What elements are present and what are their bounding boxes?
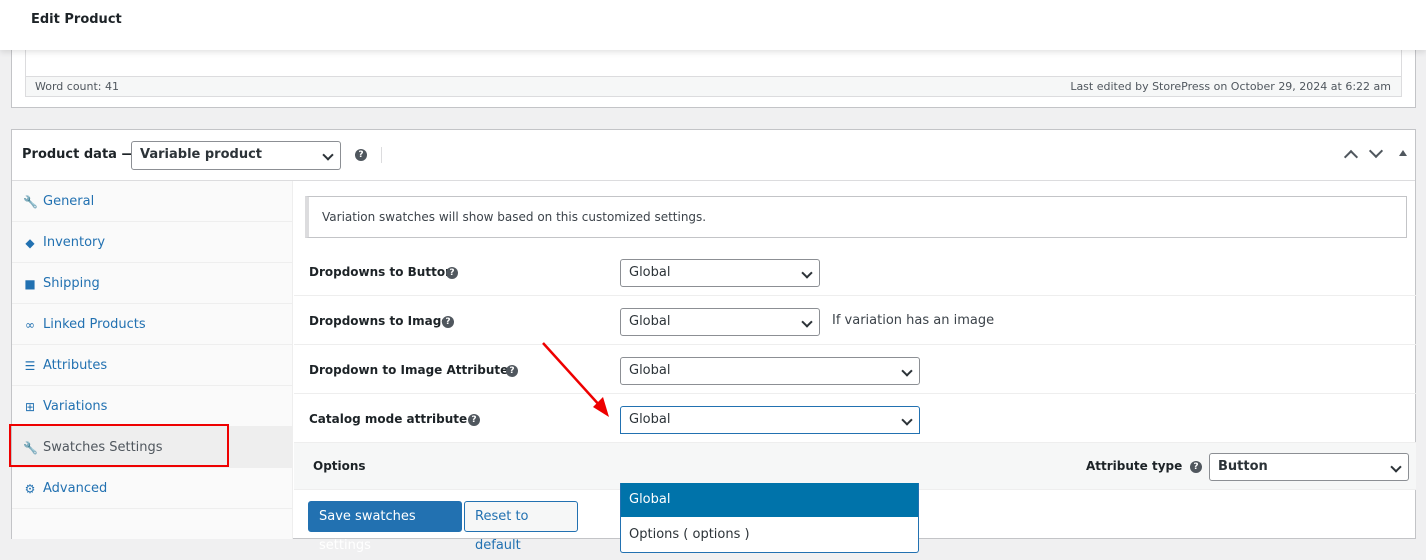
- tab-label: Inventory: [43, 235, 106, 250]
- product-data-header: Product data — Variable product ?: [12, 130, 1415, 181]
- select-value: Global: [629, 314, 671, 329]
- setting-row-catalog-mode-attribute: Catalog mode attribute ? Global: [294, 394, 1416, 443]
- help-icon[interactable]: ?: [506, 365, 518, 377]
- editor-status-bar: Word count: 41 Last edited by StorePress…: [25, 77, 1402, 97]
- word-count: Word count: 41: [35, 80, 120, 93]
- setting-row-dropdowns-to-image: Dropdowns to Image ? Global If variation…: [294, 296, 1416, 345]
- gear-icon: ⚙: [24, 482, 36, 496]
- grid-icon: ⊞: [24, 400, 36, 414]
- catalog-mode-attribute-select[interactable]: Global: [620, 406, 920, 434]
- chevron-down-icon: [1390, 461, 1402, 473]
- options-label: Options: [313, 459, 366, 473]
- editor-area[interactable]: [25, 49, 1402, 77]
- tab-label: Linked Products: [43, 317, 146, 332]
- tab-label: Shipping: [43, 276, 100, 291]
- tab-advanced[interactable]: ⚙ Advanced: [12, 468, 293, 509]
- setting-row-dropdowns-to-button: Dropdowns to Button ? Global: [294, 247, 1416, 296]
- collapse-toggle-icon[interactable]: [1399, 150, 1407, 156]
- chevron-down-icon: [801, 267, 813, 279]
- header-divider: [381, 147, 382, 163]
- select-value: Button: [1218, 459, 1268, 474]
- catalog-mode-dropdown-list: Global Options ( options ): [620, 483, 919, 553]
- truck-icon: ■: [24, 277, 36, 291]
- tab-label: General: [43, 194, 95, 209]
- setting-label: Catalog mode attribute: [309, 412, 468, 426]
- list-icon: ☰: [24, 359, 36, 373]
- attribute-type-label: Attribute type: [1086, 459, 1183, 473]
- page-title: Edit Product: [31, 12, 122, 27]
- tab-shipping[interactable]: ■ Shipping: [12, 263, 293, 304]
- tab-label: Variations: [43, 399, 108, 414]
- wrench-icon: 🔧: [23, 195, 38, 209]
- setting-label: Dropdowns to Button: [309, 265, 454, 279]
- tab-attributes[interactable]: ☰ Attributes: [12, 345, 293, 386]
- annotation-highlight-box: [9, 424, 229, 467]
- dropdowns-to-button-select[interactable]: Global: [620, 259, 820, 287]
- settings-notice: Variation swatches will show based on th…: [305, 196, 1407, 238]
- content-editor: Word count: 41 Last edited by StorePress…: [11, 48, 1416, 108]
- top-header: Edit Product: [0, 0, 1426, 50]
- tab-inventory[interactable]: ◆ Inventory: [12, 222, 293, 263]
- dropdown-to-image-attribute-select[interactable]: Global: [620, 357, 920, 385]
- product-data-box: Product data — Variable product ? 🔧 Gene…: [11, 129, 1416, 553]
- annotation-arrow-icon: [542, 342, 609, 417]
- help-icon[interactable]: ?: [442, 316, 454, 328]
- last-edited: Last edited by StorePress on October 29,…: [1070, 80, 1391, 93]
- product-data-tabs: 🔧 General ◆ Inventory ■ Shipping ∞ Linke…: [12, 181, 293, 539]
- tab-general[interactable]: 🔧 General: [12, 181, 293, 222]
- product-type-select[interactable]: Variable product: [131, 141, 341, 170]
- help-icon[interactable]: ?: [355, 149, 367, 161]
- save-swatches-settings-button[interactable]: Save swatches settings: [308, 501, 462, 553]
- setting-hint: If variation has an image: [832, 313, 995, 328]
- tab-linked-products[interactable]: ∞ Linked Products: [12, 304, 293, 345]
- select-value: Global: [629, 412, 671, 427]
- link-icon: ∞: [25, 318, 35, 332]
- select-value: Global: [629, 265, 671, 280]
- attribute-type-select[interactable]: Button: [1209, 453, 1409, 481]
- move-up-icon[interactable]: [1343, 149, 1359, 165]
- notice-text: Variation swatches will show based on th…: [322, 210, 707, 224]
- setting-row-dropdown-to-image-attribute: Dropdown to Image Attribute ? Global: [294, 345, 1416, 394]
- select-value: Global: [629, 363, 671, 378]
- setting-label: Dropdowns to Image: [309, 314, 450, 328]
- dropdowns-to-image-select[interactable]: Global: [620, 308, 820, 336]
- setting-label: Dropdown to Image Attribute: [309, 363, 509, 377]
- swatches-settings-panel: Variation swatches will show based on th…: [294, 181, 1416, 553]
- chevron-down-icon: [322, 149, 334, 161]
- tab-label: Advanced: [43, 481, 108, 496]
- help-icon[interactable]: ?: [468, 414, 480, 426]
- tag-icon: ◆: [25, 236, 35, 250]
- tab-label: Attributes: [43, 358, 108, 373]
- dropdown-option-global[interactable]: Global: [621, 483, 918, 517]
- chevron-down-icon: [901, 414, 913, 426]
- move-down-icon[interactable]: [1368, 143, 1384, 159]
- product-data-title: Product data —: [22, 147, 135, 162]
- reset-to-default-button[interactable]: Reset to default: [464, 501, 578, 553]
- chevron-down-icon: [801, 316, 813, 328]
- chevron-down-icon: [901, 365, 913, 377]
- help-icon[interactable]: ?: [1190, 461, 1202, 473]
- help-icon[interactable]: ?: [446, 267, 458, 279]
- tab-variations[interactable]: ⊞ Variations: [12, 386, 293, 427]
- product-type-value: Variable product: [140, 147, 262, 162]
